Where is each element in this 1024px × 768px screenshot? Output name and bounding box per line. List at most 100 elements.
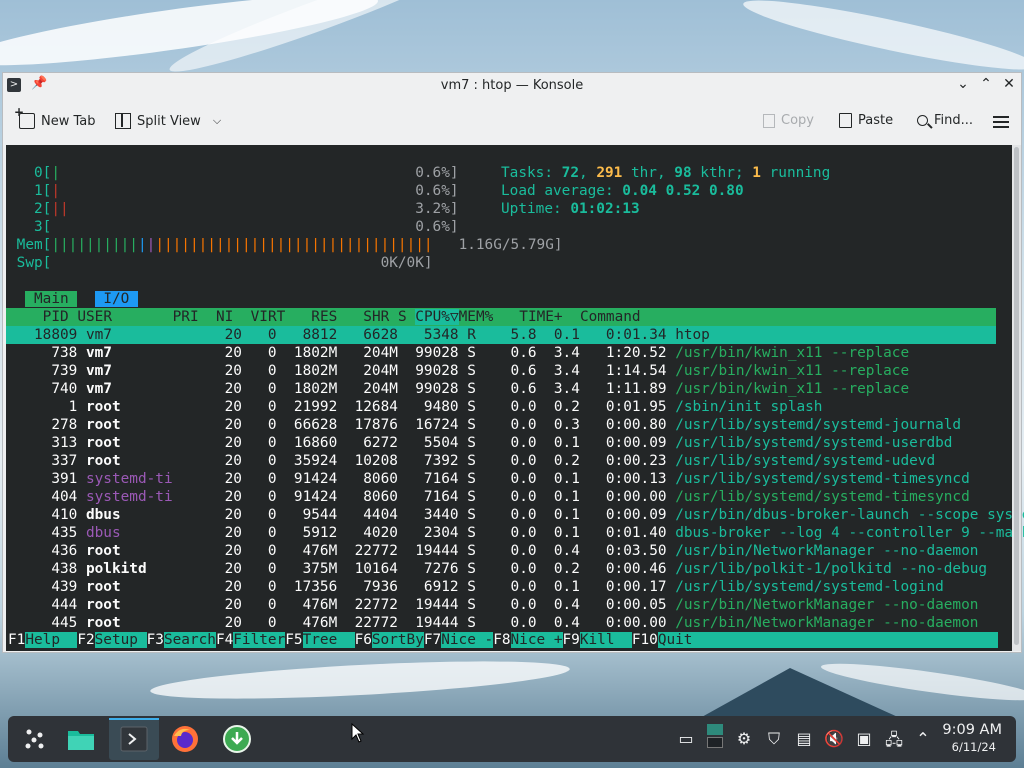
terminal[interactable]: 0[| 0.6%] 1[| 0.6%] 2[|| 3.2%] 3[0.6%] … — [6, 145, 1024, 651]
cell-shr: 99028 — [406, 363, 468, 379]
chevron-down-icon[interactable]: ⌵ — [213, 114, 221, 128]
cell-virt: 16860 — [285, 435, 346, 451]
cell-shr: 19444 — [406, 615, 468, 631]
table-row[interactable]: 391 systemd-ti 20 0 91424 8060 7164 S 0.… — [8, 470, 969, 488]
cell-cpu: 0.0 — [484, 453, 546, 469]
cell-s: S — [467, 417, 485, 433]
table-row[interactable]: 278 root 20 0 66628 17876 16724 S 0.0 0.… — [8, 416, 961, 434]
cell-cmd: /usr/bin/dbus-broker-launch --scope syst… — [675, 507, 1024, 523]
minimize-icon[interactable]: ⌄ — [954, 76, 972, 92]
fkey-f10[interactable]: F10 — [632, 632, 658, 648]
maximize-icon[interactable]: ⌃ — [977, 76, 995, 92]
terminal-scrollbar[interactable] — [1012, 145, 1021, 651]
table-row[interactable]: 739 vm7 20 0 1802M 204M 99028 S 0.6 3.4 … — [8, 362, 909, 380]
security-shield-icon[interactable]: ⛉ — [764, 729, 784, 749]
tab-main[interactable]: Main — [25, 291, 78, 307]
fkey-label[interactable]: Filter — [233, 632, 286, 648]
hamburger-menu-icon[interactable] — [993, 116, 1009, 128]
clock-date[interactable]: 6/11/24 — [952, 740, 996, 754]
table-row[interactable]: 445 root 20 0 476M 22772 19444 S 0.0 0.4… — [8, 614, 978, 632]
table-row[interactable]: 436 root 20 0 476M 22772 19444 S 0.0 0.4… — [8, 542, 978, 560]
fkey-label[interactable]: SortBy — [371, 632, 424, 648]
file-manager-icon[interactable] — [66, 724, 96, 754]
cell-shr: 7164 — [406, 471, 468, 487]
cell-user: vm7 — [85, 327, 182, 343]
cell-shr: 5504 — [406, 435, 468, 451]
wallpaper-streak — [740, 0, 1024, 81]
cell-ni: 0 — [250, 507, 286, 523]
table-row[interactable]: 337 root 20 0 35924 10208 7392 S 0.0 0.2… — [8, 452, 935, 470]
table-row[interactable]: 410 dbus 20 0 9544 4404 3440 S 0.0 0.1 0… — [8, 506, 1024, 524]
copy-icon — [763, 113, 775, 128]
cell-mem: 0.1 — [545, 507, 589, 523]
app-launcher-icon[interactable] — [20, 724, 50, 754]
memory-meter: Mem[||||||||||||||||||||||||||||||||||||… — [16, 237, 563, 253]
fkey-label[interactable]: Tree — [302, 632, 355, 648]
fkey-f1[interactable]: F1 — [8, 632, 25, 648]
download-icon[interactable] — [222, 724, 252, 754]
paste-button[interactable]: Paste — [839, 113, 893, 128]
network-icon[interactable]: 🖧 — [884, 729, 904, 756]
cell-pid: 391 — [8, 471, 86, 487]
fkey-label[interactable]: Nice + — [510, 632, 563, 648]
split-view-button[interactable]: Split View ⌵ — [115, 113, 221, 129]
scrollbar-thumb[interactable] — [1014, 147, 1019, 645]
title-bar[interactable]: > 📌 vm7 : htop — Konsole ⌄ ⌃ ✕ — [3, 73, 1021, 99]
cell-res: 8060 — [345, 471, 407, 487]
cell-ni: 0 — [250, 435, 286, 451]
cell-time: 0:00.09 — [588, 507, 676, 523]
cell-mem: 0.1 — [545, 579, 589, 595]
copy-button[interactable]: Copy — [763, 113, 814, 128]
table-row[interactable]: 435 dbus 20 0 5912 4020 2304 S 0.0 0.1 0… — [8, 524, 1024, 542]
cell-res: 10164 — [345, 561, 407, 577]
tab-io[interactable]: I/O — [94, 291, 138, 307]
fkey-label[interactable]: Setup — [94, 632, 147, 648]
cell-shr: 19444 — [406, 597, 468, 613]
fkey-label[interactable]: Quit — [657, 632, 998, 648]
fkey-label[interactable]: Help — [25, 632, 78, 648]
col-time: TIME+ — [519, 309, 563, 325]
table-row[interactable]: 738 vm7 20 0 1802M 204M 99028 S 0.6 3.4 … — [8, 344, 909, 362]
cell-mem: 0.4 — [545, 615, 589, 631]
table-row[interactable]: 740 vm7 20 0 1802M 204M 99028 S 0.6 3.4 … — [8, 380, 909, 398]
col-res: RES — [311, 309, 338, 325]
virtual-desktop-pager-icon[interactable] — [705, 724, 725, 748]
cell-s: R — [467, 327, 485, 343]
table-row[interactable]: 444 root 20 0 476M 22772 19444 S 0.0 0.4… — [8, 596, 978, 614]
fkey-label[interactable]: Search — [163, 632, 216, 648]
fkey-label[interactable]: Kill — [579, 632, 632, 648]
clipboard-icon[interactable]: ▤ — [794, 729, 814, 748]
fkey-f4[interactable]: F4 — [216, 632, 233, 648]
table-row[interactable]: 439 root 20 0 17356 7936 6912 S 0.0 0.1 … — [8, 578, 943, 596]
cell-ni: 0 — [250, 327, 286, 343]
fkey-f9[interactable]: F9 — [563, 632, 580, 648]
close-icon[interactable]: ✕ — [1000, 76, 1018, 92]
clock-time[interactable]: 9:09 AM — [942, 722, 1002, 738]
cell-res: 10208 — [345, 453, 407, 469]
fkey-label[interactable]: Nice - — [441, 632, 494, 648]
fkey-f5[interactable]: F5 — [285, 632, 302, 648]
table-row[interactable]: 438 polkitd 20 0 375M 10164 7276 S 0.0 0… — [8, 560, 987, 578]
fkey-f3[interactable]: F3 — [147, 632, 164, 648]
fkey-f8[interactable]: F8 — [493, 632, 510, 648]
cell-pri: 20 — [181, 543, 251, 559]
firefox-icon[interactable] — [170, 724, 200, 754]
cell-mem: 0.1 — [545, 435, 589, 451]
table-row[interactable]: 404 systemd-ti 20 0 91424 8060 7164 S 0.… — [8, 488, 969, 506]
new-tab-button[interactable]: New Tab — [14, 105, 96, 129]
process-table-header-text[interactable]: PID USER PRI NI VIRT RES SHR S CPU%▽MEM%… — [8, 308, 641, 326]
table-row-selected[interactable]: 18809 vm7 20 0 8812 6628 5348 R 5.8 0.1 … — [8, 326, 710, 344]
table-row[interactable]: 313 root 20 0 16860 6272 5504 S 0.0 0.1 … — [8, 434, 952, 452]
network-share-icon[interactable]: ⚙ — [734, 729, 754, 748]
table-row[interactable]: 1 root 20 0 21992 12684 9480 S 0.0 0.2 0… — [8, 398, 823, 416]
find-button[interactable]: Find... — [917, 113, 973, 128]
storage-device-icon[interactable]: ▣ — [854, 729, 874, 748]
fkey-f6[interactable]: F6 — [355, 632, 372, 648]
cell-cpu: 0.0 — [484, 399, 546, 415]
volume-muted-icon[interactable]: 🔇 — [824, 729, 844, 748]
fkey-f7[interactable]: F7 — [424, 632, 441, 648]
chevron-up-icon[interactable]: ⌃ — [913, 729, 933, 748]
konsole-icon[interactable] — [119, 724, 149, 754]
show-desktop-icon[interactable]: ▭ — [676, 729, 696, 748]
fkey-f2[interactable]: F2 — [77, 632, 94, 648]
